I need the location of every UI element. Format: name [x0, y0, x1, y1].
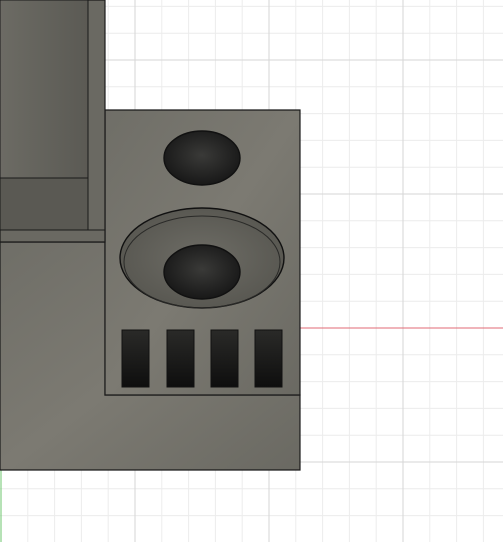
top-hole[interactable]	[163, 130, 241, 186]
inner-ledge	[0, 177, 89, 231]
center-hole[interactable]	[163, 244, 241, 300]
inner-panel	[0, 0, 89, 179]
cad-canvas[interactable]	[0, 0, 503, 542]
cad-model[interactable]	[0, 0, 301, 471]
slot-1[interactable]	[121, 329, 150, 388]
cad-viewport[interactable]	[0, 0, 503, 542]
slot-3[interactable]	[210, 329, 239, 388]
slot-4[interactable]	[254, 329, 283, 388]
slot-2[interactable]	[166, 329, 195, 388]
